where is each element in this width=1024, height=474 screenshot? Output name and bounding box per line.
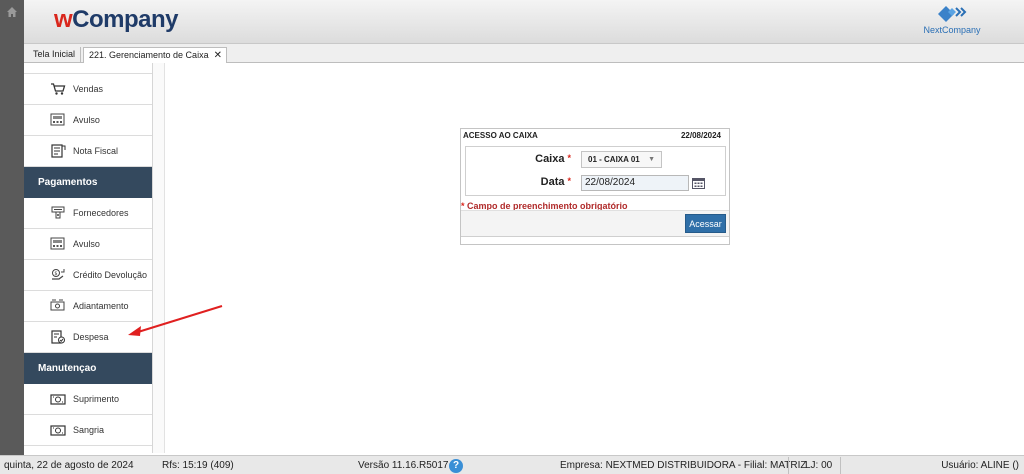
app-window: wCompany NextCompany Tela Inicial 221. G… [0,0,1024,474]
left-strip [0,0,24,455]
app-header: wCompany NextCompany [24,0,1024,44]
caixa-label-text: Caixa [535,153,565,165]
sidebar-item-label: Suprimento [73,394,120,404]
required-star: * [567,176,571,186]
status-store: LJ: 00 [805,460,833,471]
advance-icon [50,299,65,311]
credit-return-icon: $ [52,269,65,280]
sidebar-item-nota-fiscal[interactable]: Nota Fiscal [24,136,152,167]
caixa-select[interactable]: 01 - CAIXA 01 ▼ [581,151,662,168]
tab-cash-management-label: 221. Gerenciamento de Caixa [89,50,209,60]
data-label-text: Data [540,176,565,188]
calendar-icon[interactable] [692,177,705,189]
help-icon[interactable]: ? [449,459,463,473]
sidebar-item-partial[interactable] [24,63,152,74]
sidebar-item-vendas[interactable]: Vendas [24,74,152,105]
close-icon[interactable]: ✕ [214,50,222,61]
dialog-date: 22/08/2024 [680,131,721,140]
data-field-value: 22/08/2024 [585,177,636,188]
tab-bar: Tela Inicial 221. Gerenciamento de Caixa… [24,44,1024,63]
sidebar-item-label: Crédito Devolução [73,270,148,280]
sidebar-item-label: Nota Fiscal [73,146,119,156]
required-star: * [567,153,571,163]
status-divider [788,457,789,474]
sidebar-section-pagamentos[interactable]: Pagamentos [24,167,152,198]
data-field[interactable]: 22/08/2024 [581,175,689,191]
status-company: Empresa: NEXTMED DISTRIBUIDORA - Filial:… [560,460,807,471]
caixa-label: Caixa * [531,153,571,165]
status-user: Usuário: ALINE () [941,460,1019,471]
expense-icon [51,330,65,344]
sidebar-item-despesa[interactable]: Despesa [24,322,152,353]
sidebar-section-label: Pagamentos [38,177,98,188]
sidebar-item-label: Despesa [73,332,109,342]
status-datetime: quinta, 22 de agosto de 2024 [4,460,134,471]
register-icon [50,113,65,126]
sidebar-section-manutencao[interactable]: Manutençao [24,353,152,384]
tab-cash-management[interactable]: 221. Gerenciamento de Caixa ✕ [83,47,227,63]
sidebar-item-fornecedores[interactable]: Fornecedores [24,198,152,229]
sidebar: Vendas Avulso Nota Fiscal Pagamentos For… [24,63,153,453]
sidebar-item-avulso-pagamentos[interactable]: Avulso [24,229,152,260]
cash-access-dialog: ACESSO AO CAIXA 22/08/2024 Caixa * 01 - C… [460,128,730,245]
tab-home-label: Tela Inicial [33,49,76,59]
tab-home[interactable]: Tela Inicial [28,47,82,63]
sidebar-item-label: Fornecedores [73,208,129,218]
register-icon [50,237,65,250]
sidebar-item-label: Adiantamento [73,301,129,311]
home-icon[interactable] [6,6,18,18]
sidebar-item-sangria[interactable]: Sangria [24,415,152,446]
dialog-title: ACESSO AO CAIXA [463,131,538,140]
svg-text:$: $ [54,271,57,277]
cart-icon [51,83,66,95]
nextcompany-logo: NextCompany [920,4,984,40]
sidebar-item-avulso[interactable]: Avulso [24,105,152,136]
sidebar-scrollbar[interactable] [153,63,165,453]
caixa-select-value: 01 - CAIXA 01 [588,155,640,164]
dialog-footer: Acessar [461,210,729,237]
sidebar-item-credito-devolucao[interactable]: $ Crédito Devolução [24,260,152,291]
acessar-button[interactable]: Acessar [685,214,726,233]
sidebar-item-label: Avulso [73,115,100,125]
cash-in-icon [50,394,66,405]
invoice-icon [51,144,66,158]
cash-out-icon [50,425,66,436]
data-label: Data * [531,176,571,188]
supplier-icon [51,206,65,219]
status-version: Versão 11.16.R5017 [358,460,449,471]
status-bar: quinta, 22 de agosto de 2024 Rfs: 15:19 … [0,455,1024,474]
status-rfs: Rfs: 15:19 (409) [162,460,234,471]
sidebar-item-adiantamento[interactable]: Adiantamento [24,291,152,322]
logo-w: w [54,6,73,33]
sidebar-section-label: Manutençao [38,363,97,374]
partner-label: NextCompany [923,25,981,35]
dialog-form: Caixa * 01 - CAIXA 01 ▼ Data * 22/08/2024 [465,146,726,196]
sidebar-item-label: Vendas [73,84,104,94]
sidebar-item-label: Avulso [73,239,100,249]
chevron-down-icon: ▼ [648,156,655,163]
logo-company: Company [72,6,179,33]
sidebar-item-label: Sangria [73,425,105,435]
sidebar-item-suprimento[interactable]: Suprimento [24,384,152,415]
nextcompany-logo-icon [938,6,967,22]
wcompany-logo[interactable]: wCompany [54,6,179,34]
status-divider [840,457,841,474]
